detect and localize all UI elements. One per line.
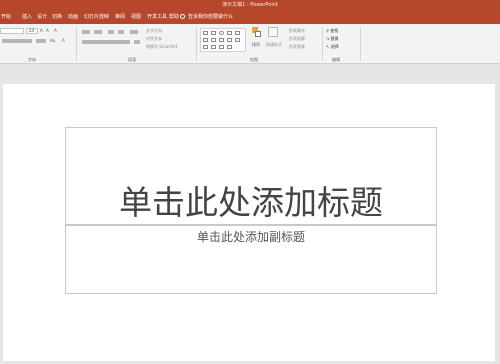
font-style-buttons[interactable] <box>2 39 32 43</box>
search-icon: ⚲ <box>326 28 329 33</box>
shape-effects-button[interactable]: 形状效果 <box>289 44 305 49</box>
bracket-shape-icon[interactable] <box>227 45 232 49</box>
arrange-front-square <box>255 31 261 37</box>
group-label-drawing: 绘图 <box>250 57 258 62</box>
tab-animations[interactable]: 动画 <box>68 13 78 22</box>
title-placeholder-text: 单击此处添加标题 <box>119 183 383 222</box>
tell-me-text: 告诉我你想要做什么 <box>188 14 234 20</box>
group-separator <box>196 27 197 61</box>
columns-button[interactable] <box>134 40 140 44</box>
convert-smartart-button[interactable]: 转换为 SmartArt <box>146 44 177 49</box>
replace-button[interactable]: ᵃᵦ 替换 <box>326 36 338 41</box>
title-placeholder[interactable]: 单击此处添加标题 <box>65 127 437 225</box>
window-title: 演示文稿1 - PowerPoint <box>222 2 278 8</box>
group-label-editing: 编辑 <box>332 57 340 62</box>
font-name-combo[interactable] <box>0 28 24 34</box>
rounded-rect-shape-icon[interactable] <box>227 31 232 35</box>
oval-shape-icon[interactable] <box>219 31 224 35</box>
slide-workspace: 单击此处添加标题 单击此处添加副标题 <box>0 65 500 364</box>
ribbon: 24 A A A Aa A 字体 文字方向 对齐文本 转换为 SmartArt … <box>0 24 500 64</box>
clear-format-icon[interactable]: A <box>54 28 57 33</box>
decrease-indent-button[interactable] <box>108 30 114 34</box>
tab-view[interactable]: 视图 <box>131 13 141 22</box>
replace-icon: ᵃᵦ <box>326 36 330 41</box>
tab-review[interactable]: 审阅 <box>115 13 125 22</box>
change-case-icon[interactable]: Aa <box>50 38 55 43</box>
group-label-paragraph: 段落 <box>128 57 136 62</box>
shapes-gallery[interactable] <box>200 28 246 52</box>
title-bar: 演示文稿1 - PowerPoint <box>0 0 500 10</box>
decrease-font-icon[interactable]: A <box>46 28 49 33</box>
quick-styles-button[interactable]: 快速样式 <box>266 42 282 47</box>
numbering-button[interactable] <box>94 30 102 34</box>
find-button[interactable]: ⚲ 查找 <box>326 28 338 33</box>
arrange-icon[interactable] <box>252 27 262 39</box>
tab-design[interactable]: 设计 <box>37 13 47 22</box>
tab-transitions[interactable]: 切换 <box>52 13 62 22</box>
arrange-button[interactable]: 排列 <box>252 42 260 47</box>
brace-shape-icon[interactable] <box>235 38 240 42</box>
font-color-icon[interactable]: A <box>62 38 65 43</box>
group-separator <box>76 27 77 61</box>
block-arrow-shape-icon[interactable] <box>219 38 224 42</box>
arrow-shape-icon[interactable] <box>211 38 216 42</box>
char-spacing-button[interactable] <box>36 39 46 43</box>
tab-developer[interactable]: 开发工具 <box>147 13 167 22</box>
line-shape-icon[interactable] <box>203 38 208 42</box>
subtitle-placeholder[interactable]: 单击此处添加副标题 <box>65 225 437 294</box>
select-arrow-icon: ↖ <box>326 44 330 49</box>
quick-styles-icon[interactable] <box>268 27 278 37</box>
subtitle-placeholder-text: 单击此处添加副标题 <box>196 230 305 244</box>
group-separator <box>360 27 361 61</box>
rectangle-shape-icon[interactable] <box>211 31 216 35</box>
tab-slideshow[interactable]: 幻灯片放映 <box>84 13 109 22</box>
tab-insert[interactable]: 插入 <box>22 13 32 22</box>
bullets-button[interactable] <box>82 30 90 34</box>
find-label: 查找 <box>330 28 339 33</box>
select-button[interactable]: ↖ 选择 <box>326 44 339 49</box>
curve-shape-icon[interactable] <box>211 45 216 49</box>
group-label-font: 字体 <box>28 57 36 62</box>
callout-shape-icon[interactable] <box>227 38 232 42</box>
font-size-combo[interactable]: 24 <box>26 28 38 34</box>
select-label: 选择 <box>330 44 339 49</box>
tab-file[interactable]: 开始 <box>1 13 11 22</box>
tab-help[interactable]: 帮助 <box>169 13 179 22</box>
increase-font-icon[interactable]: A <box>40 28 43 33</box>
star-shape-icon[interactable] <box>203 45 208 49</box>
alignment-buttons[interactable] <box>82 40 130 44</box>
freeform-shape-icon[interactable] <box>219 45 224 49</box>
align-text-button[interactable]: 对齐文本 <box>146 36 162 41</box>
shape-fill-button[interactable]: 形状填充 <box>289 28 305 33</box>
lightbulb-icon <box>180 14 185 19</box>
line-spacing-button[interactable] <box>130 30 138 34</box>
tell-me-search[interactable]: 告诉我你想要做什么 <box>180 13 233 22</box>
increase-indent-button[interactable] <box>118 30 124 34</box>
text-direction-button[interactable]: 文字方向 <box>146 28 162 33</box>
shape-outline-button[interactable]: 形状轮廓 <box>289 36 305 41</box>
group-separator <box>322 27 323 61</box>
ribbon-tabs: 开始 插入 设计 切换 动画 幻灯片放映 审阅 视图 开发工具 帮助 告诉我你想… <box>0 10 500 24</box>
slide-canvas[interactable]: 单击此处添加标题 单击此处添加副标题 <box>3 84 495 361</box>
replace-label: 替换 <box>330 36 339 41</box>
text-box-shape-icon[interactable] <box>203 31 208 35</box>
triangle-shape-icon[interactable] <box>235 31 240 35</box>
